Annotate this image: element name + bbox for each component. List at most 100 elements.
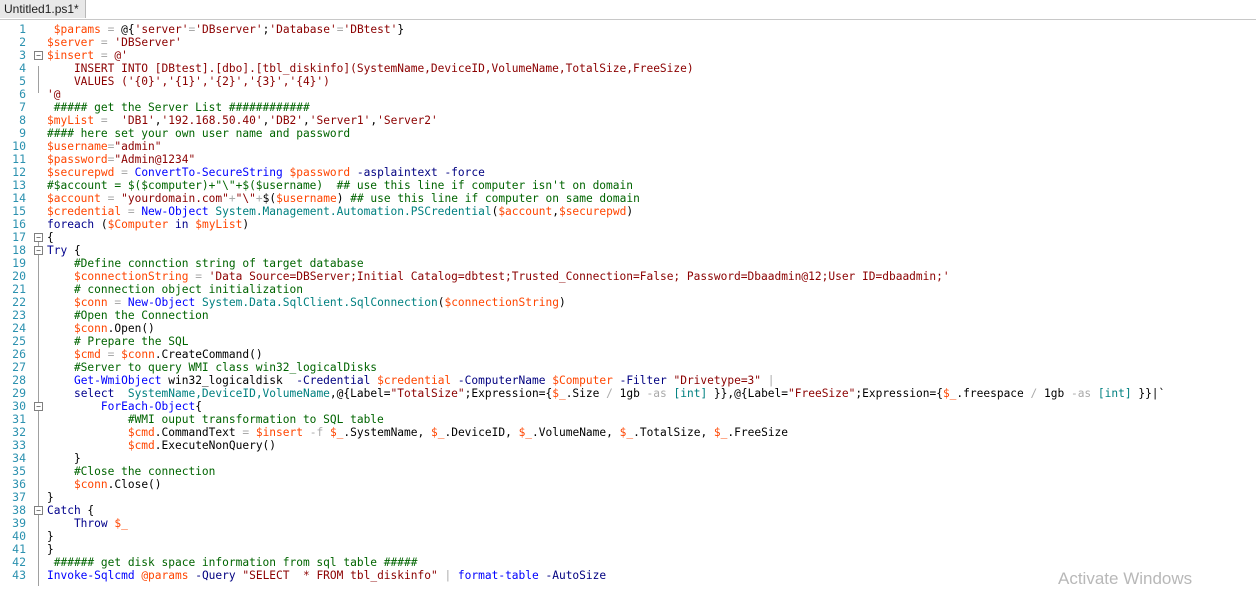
- code-line[interactable]: 27 #Server to query WMI class win32_logi…: [0, 361, 1256, 375]
- code-token: ): [558, 296, 566, 309]
- code-line[interactable]: 24 $conn.Open(): [0, 322, 1256, 336]
- code-line[interactable]: 36 $conn.Close(): [0, 478, 1256, 492]
- code-line[interactable]: 15 $credential = New-Object System.Manage…: [0, 205, 1256, 219]
- code-line[interactable]: 17−{: [0, 231, 1256, 245]
- code-line[interactable]: 33 $cmd.ExecuteNonQuery(): [0, 439, 1256, 453]
- code-token: 1gb: [1037, 387, 1071, 400]
- code-token: |: [437, 569, 458, 582]
- code-text: #Define connction string of target datab…: [47, 257, 364, 270]
- code-token: format-table: [457, 569, 539, 582]
- code-line[interactable]: 13 #$account = $($computer)+"\"+$($userna…: [0, 179, 1256, 193]
- code-token: 1gb: [612, 387, 647, 400]
- code-token: $_: [114, 517, 128, 530]
- code-line[interactable]: 30− ForEach-Object{: [0, 400, 1256, 414]
- tab-untitled1[interactable]: Untitled1.ps1*: [0, 0, 86, 18]
- code-token: ): [242, 218, 250, 231]
- code-line[interactable]: 6 '@: [0, 88, 1256, 102]
- collapse-toggle-icon[interactable]: −: [34, 246, 43, 255]
- code-line[interactable]: 23 #Open the Connection: [0, 309, 1256, 323]
- code-token: =: [100, 23, 122, 36]
- activation-watermark: Activate Windows: [1058, 569, 1193, 588]
- code-token: =: [94, 49, 115, 62]
- code-line[interactable]: 35 #Close the connection: [0, 465, 1256, 479]
- code-line[interactable]: 28 Get-WmiObject win32_logicaldisk -Cred…: [0, 374, 1256, 388]
- code-token: ConvertTo-SecureString: [134, 166, 283, 179]
- code-line[interactable]: 39 Throw $_: [0, 517, 1256, 531]
- code-line[interactable]: 4 INSERT INTO [DBtest].[dbo].[tbl_diskin…: [0, 62, 1256, 76]
- code-text: '@: [47, 88, 60, 101]
- code-token: .Close(): [107, 478, 162, 491]
- code-token: @{: [121, 23, 135, 36]
- code-text: foreach ($Computer in $myList): [47, 218, 249, 231]
- collapse-toggle-icon[interactable]: −: [34, 233, 43, 242]
- code-token: $insert: [47, 49, 95, 62]
- code-line[interactable]: 12 $securepwd = ConvertTo-SecureString $p…: [0, 166, 1256, 180]
- code-token: =: [100, 192, 122, 205]
- code-line[interactable]: 2 $server = 'DBServer': [0, 36, 1256, 50]
- line-number: 43: [12, 568, 26, 582]
- code-line[interactable]: 41}: [0, 543, 1256, 557]
- code-token: }}|`: [1131, 387, 1166, 400]
- code-line[interactable]: 10 $username="admin": [0, 140, 1256, 154]
- code-token: =: [94, 36, 115, 49]
- code-token: =: [188, 270, 209, 283]
- code-token: 'DBServer': [114, 36, 182, 49]
- code-token: SystemName,DeviceID,VolumeName: [114, 387, 330, 400]
- collapse-toggle-icon[interactable]: −: [34, 506, 43, 515]
- code-line[interactable]: 11 $password="Admin@1234": [0, 153, 1256, 167]
- code-line[interactable]: 42 ###### get disk space information fro…: [0, 556, 1256, 570]
- code-token: {: [195, 400, 202, 413]
- code-text: }: [47, 491, 54, 504]
- code-line[interactable]: 37}: [0, 491, 1256, 505]
- code-text: ForEach-Object{: [47, 400, 202, 413]
- code-line[interactable]: 7 ##### get the Server List ############: [0, 101, 1256, 115]
- code-text: Throw $_: [47, 517, 128, 530]
- code-line[interactable]: 32 $cmd.CommandText = $insert -f $_.Syst…: [0, 426, 1256, 440]
- code-token: "Admin@1234": [114, 153, 196, 166]
- code-line[interactable]: 5 VALUES ('{0}','{1}','{2}','{3}','{4}'): [0, 75, 1256, 89]
- collapse-toggle-icon[interactable]: −: [34, 51, 43, 60]
- code-line[interactable]: 38− Catch {: [0, 504, 1256, 518]
- code-text: INSERT INTO [DBtest].[dbo].[tbl_diskinfo…: [47, 62, 694, 75]
- code-line[interactable]: 25 # Prepare the SQL: [0, 335, 1256, 349]
- code-line[interactable]: 29 select SystemName,DeviceID,VolumeName…: [0, 387, 1256, 401]
- code-line[interactable]: 16 foreach ($Computer in $myList): [0, 218, 1256, 232]
- code-line[interactable]: 18− Try {: [0, 244, 1256, 258]
- code-text: #WMI ouput transformation to SQL table: [47, 413, 384, 426]
- code-token: $_: [942, 387, 957, 400]
- code-line[interactable]: 9 #### here set your own user name and pa…: [0, 127, 1256, 141]
- code-token: -as: [1070, 387, 1092, 400]
- script-editor[interactable]: 1 $params = @{'server'='DBserver';'Datab…: [0, 21, 1256, 588]
- code-line[interactable]: 20 $connectionString = 'Data Source=DBSe…: [0, 270, 1256, 284]
- code-line[interactable]: 22 $conn = New-Object System.Data.SqlCli…: [0, 296, 1256, 310]
- code-line[interactable]: 8 $myList = 'DB1','192.168.50.40','DB2','…: [0, 114, 1256, 128]
- code-token: $_: [619, 426, 634, 439]
- code-token: @': [114, 49, 128, 62]
- collapse-toggle-icon[interactable]: −: [34, 402, 43, 411]
- code-token: "TotalSize": [390, 387, 465, 400]
- code-token: }: [47, 543, 54, 556]
- code-token: select: [73, 387, 115, 400]
- code-token: }},@{Label=: [707, 387, 789, 400]
- code-token: $securepwd: [47, 166, 115, 179]
- code-token: @params: [141, 569, 189, 582]
- code-token: .SystemName,: [343, 426, 431, 439]
- code-text: #$account = $($computer)+"\"+$($username…: [47, 179, 633, 192]
- code-token: ;Expression={: [855, 387, 943, 400]
- code-token: $conn: [121, 348, 155, 361]
- code-line[interactable]: 19 #Define connction string of target da…: [0, 257, 1256, 271]
- code-line[interactable]: 34 }: [0, 452, 1256, 466]
- code-line[interactable]: 21 # connection object initialization: [0, 283, 1256, 297]
- code-line[interactable]: 40}: [0, 530, 1256, 544]
- code-token: 'Database': [269, 23, 337, 36]
- code-line[interactable]: 26 $cmd = $conn.CreateCommand(): [0, 348, 1256, 362]
- code-line[interactable]: 31 #WMI ouput transformation to SQL tabl…: [0, 413, 1256, 427]
- code-line[interactable]: 14 $account = "yourdomain.com"+"\"+$($use…: [0, 192, 1256, 206]
- code-token: "admin": [114, 140, 162, 153]
- code-line[interactable]: 3− $insert = @': [0, 49, 1256, 63]
- code-text: $myList = 'DB1','192.168.50.40','DB2','S…: [47, 114, 438, 127]
- code-line[interactable]: 1 $params = @{'server'='DBserver';'Datab…: [0, 23, 1256, 37]
- code-token: "yourdomain.com": [121, 192, 229, 205]
- code-text: #### here set your own user name and pas…: [47, 127, 350, 140]
